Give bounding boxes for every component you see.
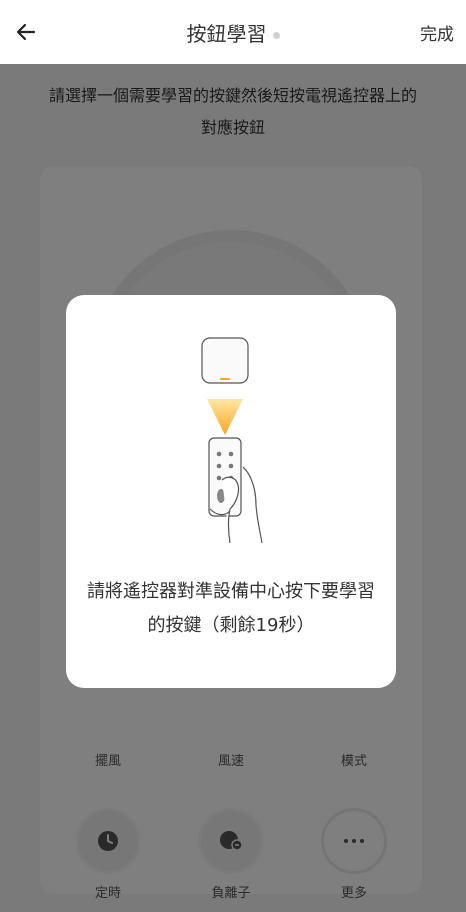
learning-dialog: 請將遙控器對準設備中心按下要學習的按鍵（剩餘19秒） <box>66 295 396 688</box>
done-button[interactable]: 完成 <box>420 20 454 45</box>
page-title: 按鈕學習 <box>0 18 466 47</box>
page-title-text: 按鈕學習 <box>186 22 267 46</box>
remote-learning-illustration <box>201 337 263 544</box>
learning-message: 請將遙控器對準設備中心按下要學習的按鍵（剩餘19秒） <box>87 581 375 636</box>
status-dot <box>272 32 280 39</box>
header-bar: 按鈕學習 完成 <box>0 0 466 64</box>
